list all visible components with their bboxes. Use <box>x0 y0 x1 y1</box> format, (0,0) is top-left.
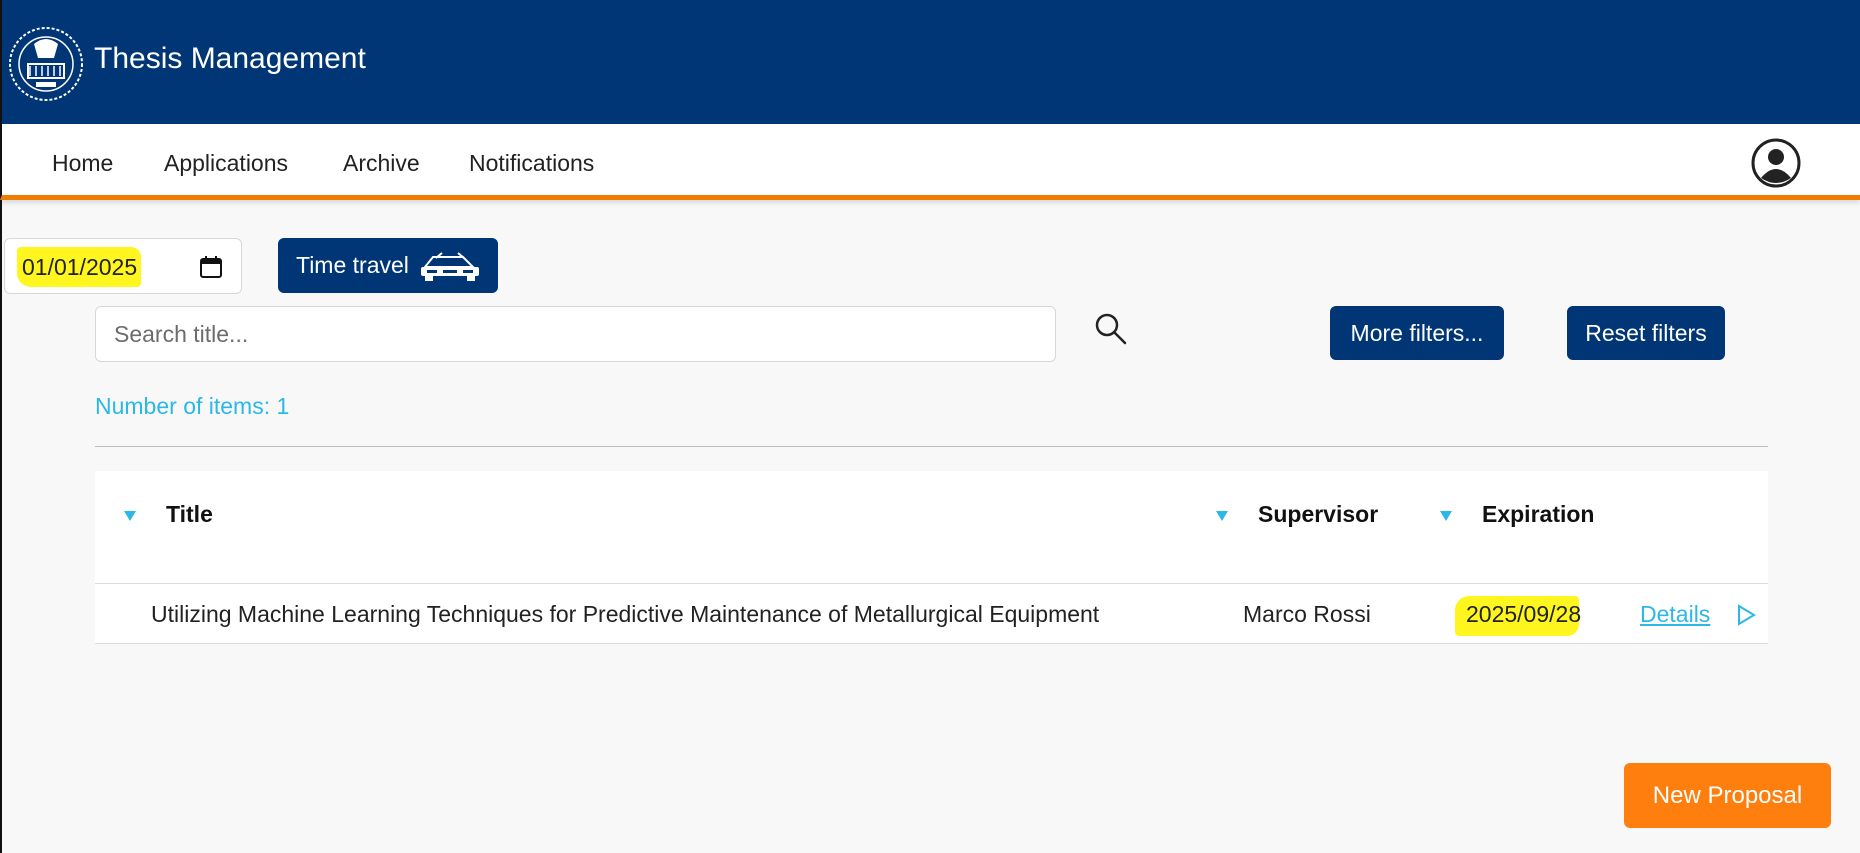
row-expiration: 2025/09/28 <box>1466 601 1582 627</box>
magnifier-icon[interactable] <box>1094 312 1128 346</box>
time-travel-button[interactable]: Time travel <box>278 238 498 293</box>
calendar-icon[interactable] <box>199 255 223 279</box>
main-navbar: Home Applications Archive Notifications <box>0 124 1860 200</box>
reset-filters-button[interactable]: Reset filters <box>1567 306 1725 360</box>
row-title: Utilizing Machine Learning Techniques fo… <box>151 601 1100 627</box>
table-row[interactable]: Utilizing Machine Learning Techniques fo… <box>95 584 1768 644</box>
app-header: Thesis Management <box>0 0 1860 124</box>
more-filters-button[interactable]: More filters... <box>1330 306 1504 360</box>
item-count: Number of items: 1 <box>95 393 290 419</box>
nav-item-home[interactable]: Home <box>52 150 113 177</box>
user-circle-icon[interactable] <box>1751 138 1801 188</box>
table-header: Title Supervisor Expiration <box>95 471 1768 583</box>
app-title: Thesis Management <box>94 42 366 75</box>
column-title[interactable]: Title <box>166 501 213 528</box>
play-icon[interactable] <box>1736 604 1756 626</box>
row-supervisor: Marco Rossi <box>1243 601 1371 627</box>
time-travel-label: Time travel <box>296 252 409 278</box>
car-icon <box>420 251 479 281</box>
nav-item-notifications[interactable]: Notifications <box>469 150 594 177</box>
sort-down-icon[interactable] <box>1216 511 1228 521</box>
time-travel-date-input[interactable]: 01/01/2025 <box>4 238 242 294</box>
new-proposal-button[interactable]: New Proposal <box>1624 763 1831 828</box>
search-title-input[interactable] <box>95 306 1056 362</box>
column-supervisor[interactable]: Supervisor <box>1258 501 1378 528</box>
sort-down-icon[interactable] <box>1440 511 1452 521</box>
nav-item-archive[interactable]: Archive <box>343 150 420 177</box>
window-edge <box>0 200 2 853</box>
date-value: 01/01/2025 <box>22 254 138 280</box>
sort-down-icon[interactable] <box>124 511 136 521</box>
nav-item-applications[interactable]: Applications <box>164 150 288 177</box>
divider <box>95 446 1768 447</box>
details-link[interactable]: Details <box>1640 601 1710 628</box>
university-seal-icon <box>9 27 83 101</box>
column-expiration[interactable]: Expiration <box>1482 501 1594 528</box>
